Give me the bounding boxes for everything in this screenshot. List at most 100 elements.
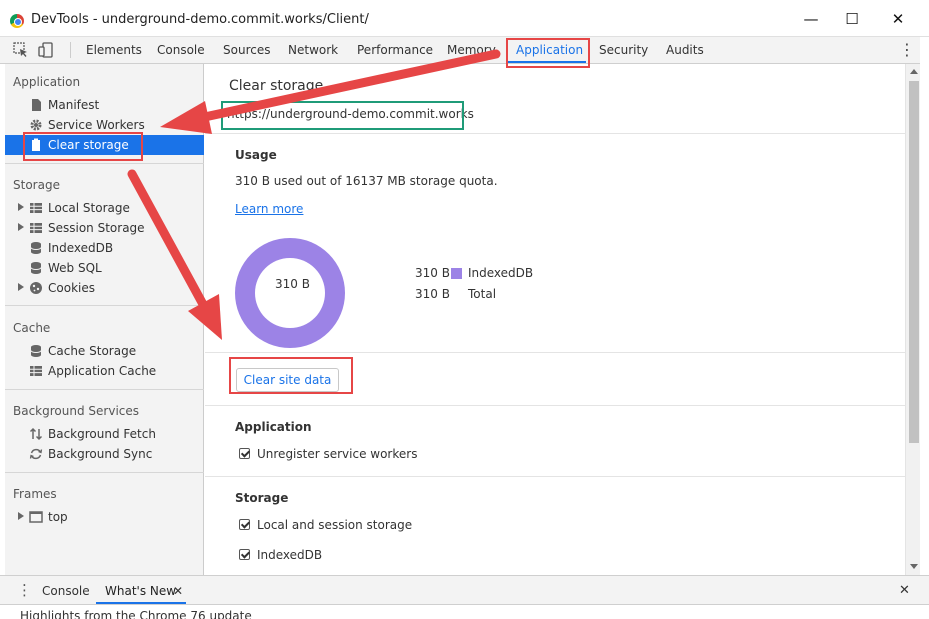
sidebar-item-top-frame[interactable]: top — [5, 507, 204, 527]
active-tab-indicator — [508, 61, 586, 63]
sidebar-item-label: Manifest — [48, 98, 100, 112]
close-tab-icon[interactable]: ✕ — [173, 584, 183, 598]
application-sidebar: Application Manifest Service Workers Cle… — [5, 64, 204, 575]
usage-section-title: Usage — [235, 148, 277, 162]
clear-site-data-button[interactable]: Clear site data — [236, 368, 339, 392]
legend-value: 310 B — [415, 287, 450, 301]
database-icon — [30, 242, 42, 254]
legend-label: IndexedDB — [468, 266, 534, 280]
whats-new-headline: Highlights from the Chrome 76 update — [20, 609, 252, 619]
sidebar-item-indexeddb[interactable]: IndexedDB — [5, 238, 204, 258]
section-divider — [205, 133, 905, 134]
sidebar-item-clear-storage[interactable]: Clear storage — [5, 135, 204, 155]
sidebar-item-label: IndexedDB — [48, 241, 114, 255]
unregister-service-workers-checkbox[interactable] — [239, 448, 250, 459]
devtools-tabbar: Elements Console Sources Network Perform… — [0, 37, 929, 64]
sidebar-item-label: Cookies — [48, 281, 95, 295]
gear-icon — [30, 119, 42, 131]
expand-caret-icon[interactable] — [18, 512, 24, 520]
tab-sources[interactable]: Sources — [223, 43, 270, 57]
maximize-button[interactable]: ☐ — [832, 8, 872, 30]
sidebar-header-cache: Cache — [13, 321, 51, 335]
sidebar-item-session-storage[interactable]: Session Storage — [5, 218, 204, 238]
checkbox-label: Unregister service workers — [257, 447, 418, 461]
close-drawer-icon[interactable]: ✕ — [899, 583, 910, 598]
sidebar-item-label: Clear storage — [48, 138, 129, 152]
learn-more-link[interactable]: Learn more — [235, 202, 303, 216]
expand-caret-icon[interactable] — [18, 203, 24, 211]
close-window-button[interactable]: ✕ — [878, 8, 918, 30]
expand-caret-icon[interactable] — [18, 223, 24, 231]
sidebar-item-label: Session Storage — [48, 221, 145, 235]
drawer-tab-console[interactable]: Console — [42, 584, 90, 598]
device-toolbar-icon[interactable] — [38, 42, 54, 58]
tab-performance[interactable]: Performance — [357, 43, 433, 57]
section-divider — [205, 352, 905, 353]
minimize-button[interactable]: — — [791, 8, 831, 30]
application-section-title: Application — [235, 420, 312, 434]
indexeddb-checkbox[interactable] — [239, 549, 250, 560]
sidebar-header-storage: Storage — [13, 178, 60, 192]
sidebar-item-web-sql[interactable]: Web SQL — [5, 258, 204, 278]
sidebar-item-cookies[interactable]: Cookies — [5, 278, 204, 298]
window-title: DevTools - underground-demo.commit.works… — [31, 12, 369, 27]
database-icon — [30, 262, 42, 274]
sidebar-divider — [5, 389, 204, 390]
storage-section-title: Storage — [235, 491, 289, 505]
donut-center-label: 310 B — [275, 277, 310, 291]
usage-summary: 310 B used out of 16137 MB storage quota… — [235, 174, 498, 188]
sidebar-item-label: Cache Storage — [48, 344, 137, 358]
sidebar-item-label: Background Sync — [48, 447, 153, 461]
tab-application[interactable]: Application — [516, 43, 583, 57]
tab-elements[interactable]: Elements — [86, 43, 142, 57]
tab-audits[interactable]: Audits — [666, 43, 704, 57]
sidebar-item-label: Application Cache — [48, 364, 157, 378]
tab-security[interactable]: Security — [599, 43, 648, 57]
trash-icon — [32, 138, 40, 151]
frame-icon — [29, 511, 43, 523]
grid-icon — [30, 366, 42, 376]
window-edge — [920, 37, 929, 575]
checkbox-label: Local and session storage — [257, 518, 413, 532]
tab-memory[interactable]: Memory — [447, 43, 496, 57]
tab-console[interactable]: Console — [157, 43, 205, 57]
sidebar-item-local-storage[interactable]: Local Storage — [5, 198, 204, 218]
scrollbar-thumb[interactable] — [909, 81, 919, 443]
sidebar-header-background-services: Background Services — [13, 404, 140, 418]
sidebar-item-label: Service Workers — [48, 118, 145, 132]
sidebar-header-application: Application — [13, 75, 81, 89]
scroll-up-icon[interactable] — [910, 69, 918, 74]
scroll-down-icon[interactable] — [910, 564, 918, 569]
document-icon — [32, 99, 41, 111]
cookie-icon — [30, 282, 42, 294]
local-session-storage-checkbox[interactable] — [239, 519, 250, 530]
sidebar-item-label: Local Storage — [48, 201, 130, 215]
sidebar-divider — [5, 472, 204, 473]
checkbox-label: IndexedDB — [257, 548, 323, 562]
sidebar-item-manifest[interactable]: Manifest — [5, 95, 204, 115]
origin-url: https://underground-demo.commit.works — [227, 107, 474, 121]
tab-network[interactable]: Network — [288, 43, 338, 57]
sidebar-item-background-fetch[interactable]: Background Fetch — [5, 424, 204, 444]
drawer-menu-icon[interactable]: ⋮ — [17, 581, 32, 599]
drawer-tabbar: ⋮ Console What's New ✕ ✕ — [0, 575, 929, 605]
sidebar-item-background-sync[interactable]: Background Sync — [5, 444, 204, 464]
usage-donut-chart — [235, 238, 345, 348]
sync-icon — [29, 448, 43, 460]
expand-caret-icon[interactable] — [18, 283, 24, 291]
legend-swatch — [451, 268, 462, 279]
section-divider — [205, 476, 905, 477]
sidebar-item-service-workers[interactable]: Service Workers — [5, 115, 204, 135]
sidebar-item-label: top — [48, 510, 68, 524]
sidebar-item-label: Web SQL — [48, 261, 102, 275]
more-options-icon[interactable]: ⋮ — [899, 41, 915, 59]
sidebar-item-application-cache[interactable]: Application Cache — [5, 361, 204, 381]
drawer-tab-whats-new[interactable]: What's New — [105, 584, 176, 598]
tabbar-separator — [70, 42, 71, 58]
panel-scrollbar[interactable] — [905, 64, 920, 575]
sidebar-item-label: Background Fetch — [48, 427, 156, 441]
chrome-logo-icon — [10, 14, 24, 28]
inspect-element-icon[interactable] — [13, 42, 29, 58]
sidebar-item-cache-storage[interactable]: Cache Storage — [5, 341, 204, 361]
drawer-active-indicator — [96, 602, 186, 604]
